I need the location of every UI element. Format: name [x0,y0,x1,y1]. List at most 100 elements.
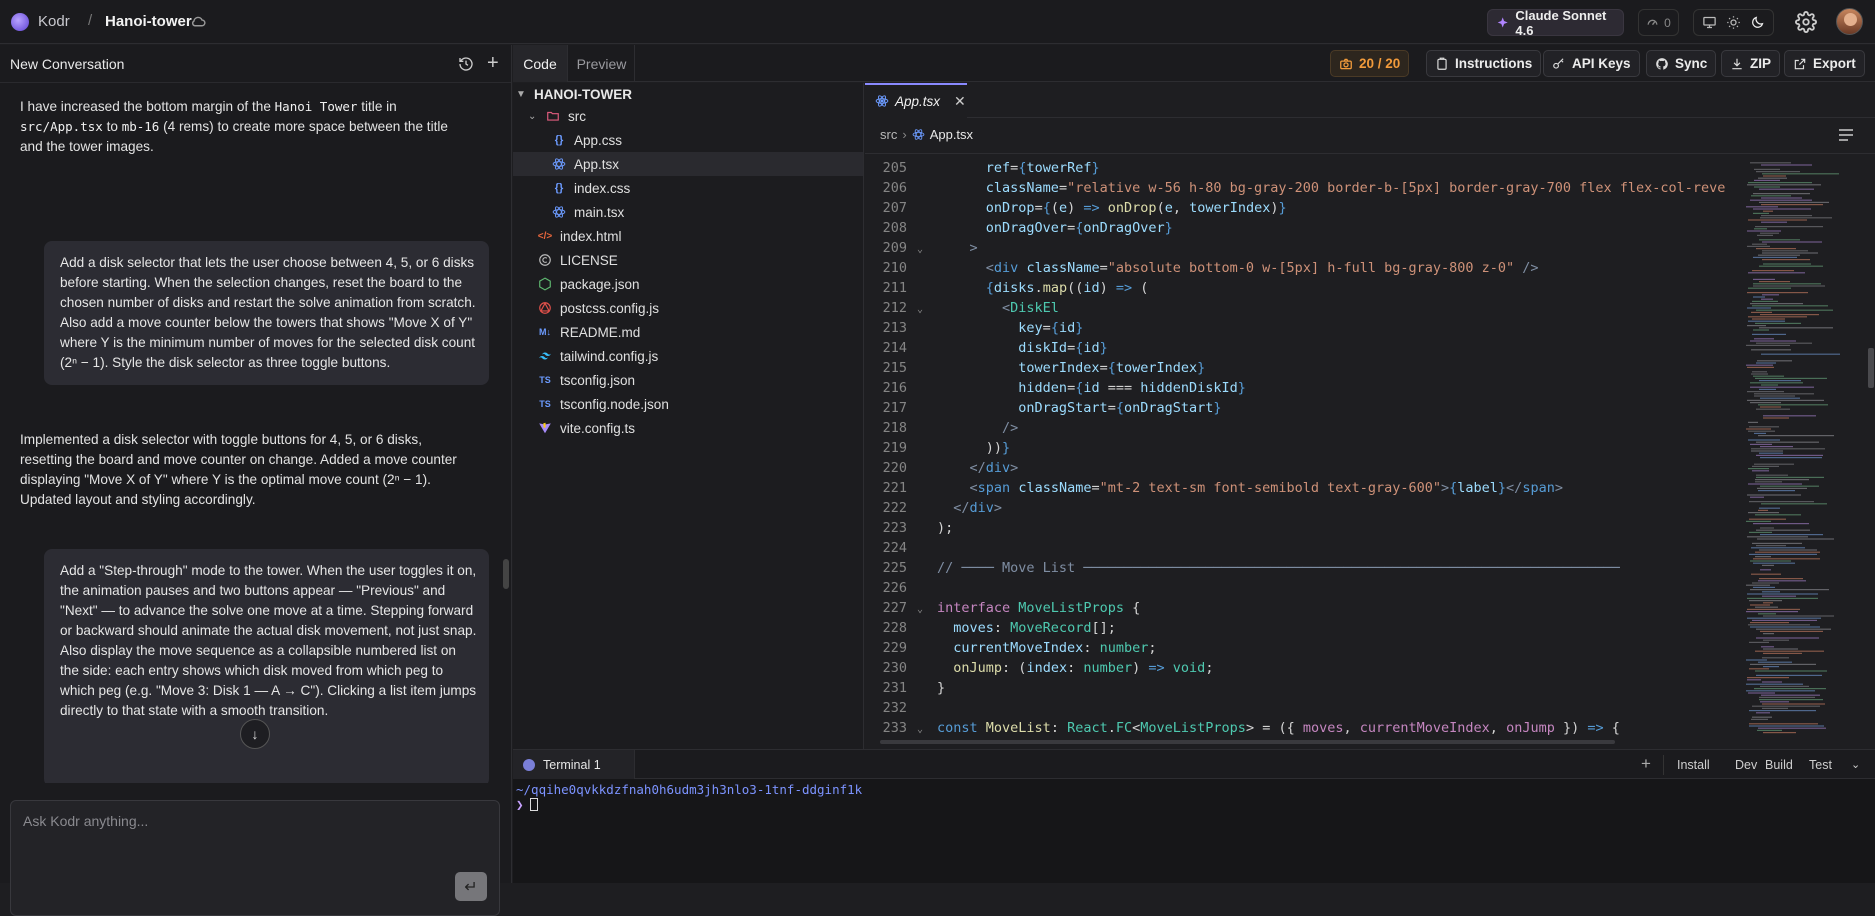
project-name[interactable]: Hanoi-tower [105,13,192,30]
clipboard-icon [1437,57,1447,70]
file-tree-item[interactable]: tailwind.config.js [513,344,863,368]
file-name: LICENSE [560,252,618,268]
react-icon [552,205,566,219]
credits-badge[interactable]: 20 / 20 [1330,50,1410,77]
send-button[interactable]: ↵ [455,872,487,901]
file-tree-item[interactable]: M↓ README.md [513,320,863,344]
file-tree-item[interactable]: App.tsx [513,152,863,176]
editor-horizontal-scrollbar[interactable] [880,740,1615,744]
settings-gear-icon[interactable] [1795,11,1817,33]
file-tree-item[interactable]: postcss.config.js [513,296,863,320]
chat-scrollbar[interactable] [503,559,509,589]
new-terminal-plus-icon[interactable]: + [1641,754,1651,774]
chat-header: New Conversation + [0,45,511,83]
user-avatar[interactable] [1836,8,1863,35]
code-line: 223); [882,520,954,536]
export-label: Export [1813,56,1856,71]
brand-name[interactable]: Kodr [38,13,70,30]
npm-package-icon [538,277,552,291]
kodr-logo[interactable] [11,13,29,31]
history-icon[interactable] [458,56,474,72]
chat-input[interactable] [11,801,499,841]
view-mode-group [1693,9,1774,36]
editor-tab-app-tsx[interactable]: App.tsx ✕ [865,83,967,117]
terminal-prompt: ❯ [516,797,524,812]
file-tree-item[interactable]: main.tsx [513,200,863,224]
folder-icon [546,109,560,123]
file-name: src [568,108,586,124]
fold-chevron-icon: ⌄ [917,724,924,735]
code-line: 206 className="relative w-56 h-80 bg-gra… [882,180,1726,196]
terminal-panel: Terminal 1 + Install Dev Build Test ⌄ ~/… [513,749,1875,883]
close-tab-icon[interactable]: ✕ [954,93,966,110]
code-line: 221 <span className="mt-2 text-sm font-s… [882,480,1563,496]
sparkle-icon [1497,16,1508,27]
terminal-output[interactable]: ~/qqihe0qvkkdzfnah0h6udm3jh3nlo3-1tnf-dd… [513,779,1875,815]
moon-icon[interactable] [1750,15,1765,30]
code-editor: App.tsx ✕ src › App.tsx 205 ref={towerRe… [865,83,1875,749]
code-line: 232 [882,700,907,716]
file-name: vite.config.ts [560,420,636,436]
file-tree-item[interactable]: TS tsconfig.node.json [513,392,863,416]
sync-button[interactable]: Sync [1646,50,1717,77]
export-button[interactable]: Export [1784,50,1865,77]
desktop-icon[interactable] [1702,15,1717,30]
build-button[interactable]: Build [1765,750,1793,779]
editor-tab-label: App.tsx [895,93,941,109]
file-name: tsconfig.json [560,372,636,388]
react-icon [875,95,889,107]
code-line: 219 ))} [882,440,1011,456]
breadcrumb-file[interactable]: App.tsx [930,127,973,142]
file-tree-item[interactable]: vite.config.ts [513,416,863,440]
api-keys-button[interactable]: API Keys [1543,50,1640,77]
enter-icon: ↵ [464,878,478,896]
scroll-down-button[interactable]: ↓ [240,719,270,749]
typescript-icon: TS [539,399,551,409]
editor-vertical-scrollbar[interactable] [1867,158,1875,736]
file-tree-item[interactable]: ⌄ src [513,104,863,128]
collapse-chevron-icon[interactable]: ⌄ [1851,750,1860,779]
code-line: 228 moves: MoveRecord[]; [882,620,1116,636]
chat-panel: New Conversation + I have increased the … [0,45,512,916]
file-tree-item[interactable]: TS tsconfig.json [513,368,863,392]
install-button[interactable]: Install [1677,750,1710,779]
terminal-path: ~/qqihe0qvkkdzfnah0h6udm3jh3nlo3-1tnf-dd… [516,782,863,797]
file-tree-item[interactable]: package.json [513,272,863,296]
tab-preview[interactable]: Preview [569,45,635,82]
file-name: App.css [574,132,623,148]
divider [1663,755,1664,775]
usage-meter[interactable]: 0 [1638,9,1679,36]
file-name: App.tsx [574,156,620,172]
code-lines[interactable]: 205 ref={towerRef} 206 className="relati… [865,158,1740,736]
code-line: 211 {disks.map((id) => ( [882,280,1149,296]
tab-code[interactable]: Code [513,45,568,82]
project-root-folder[interactable]: ▼ HANOI-TOWER [513,84,863,104]
code-line: 224 [882,540,907,556]
cloud-sync-icon[interactable] [190,13,207,30]
zip-button[interactable]: ZIP [1721,50,1781,77]
file-tree-item[interactable]: {} index.css [513,176,863,200]
code-line: 233 ⌄ const MoveList: React.FC<MoveListPro… [865,718,1740,736]
gauge-icon [1647,19,1658,26]
fold-chevron-icon: ⌄ [917,244,924,255]
code-line: 227 ⌄ interface MoveListProps { [865,598,1740,618]
code-minimap[interactable] [1742,158,1862,736]
test-button[interactable]: Test [1809,750,1832,779]
new-conversation-plus-icon[interactable]: + [487,53,499,73]
sun-icon[interactable] [1726,15,1741,30]
model-selector-button[interactable]: Claude Sonnet 4.6 [1487,8,1624,38]
breadcrumb-src[interactable]: src [880,127,897,142]
usage-count: 0 [1664,15,1671,30]
outline-menu-icon[interactable] [1838,128,1854,142]
file-name: index.html [560,228,622,244]
terminal-tab-1[interactable]: Terminal 1 [513,750,635,779]
file-tree-item[interactable]: {} App.css [513,128,863,152]
file-tree-item[interactable]: </> index.html [513,224,863,248]
tab-divider [967,117,1875,118]
react-icon [552,157,566,171]
github-icon [1656,57,1668,70]
file-tree-item[interactable]: LICENSE [513,248,863,272]
camera-icon [1340,58,1352,69]
instructions-button[interactable]: Instructions [1426,50,1542,77]
dev-button[interactable]: Dev [1735,750,1757,779]
